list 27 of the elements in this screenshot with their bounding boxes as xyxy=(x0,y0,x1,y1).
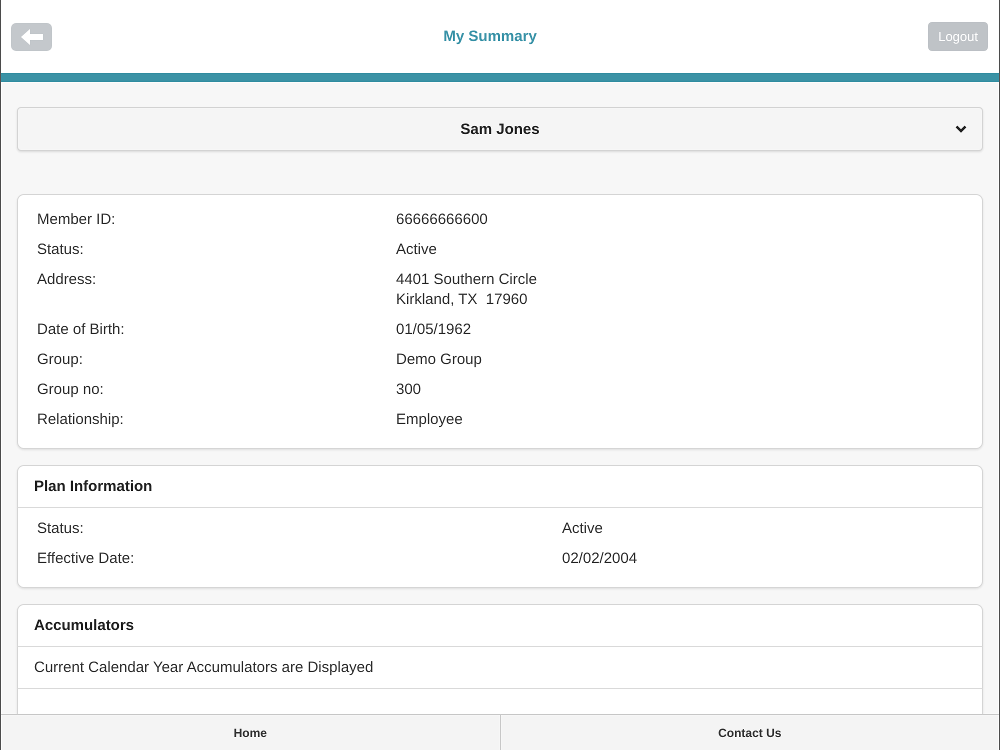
field-label: Date of Birth: xyxy=(37,320,126,340)
accumulators-note: Current Calendar Year Accumulators are Displayed xyxy=(18,647,982,689)
field-label: Group no: xyxy=(37,380,105,400)
field-label: Status: xyxy=(37,519,85,539)
field-label: Status: xyxy=(37,240,85,260)
field-value: Demo Group xyxy=(396,350,482,370)
field-value: Active xyxy=(562,519,603,539)
field-value: 66666666600 xyxy=(396,210,488,230)
back-button[interactable] xyxy=(11,22,52,50)
page-title: My Summary xyxy=(443,28,537,45)
field-value: 01/05/1962 xyxy=(396,320,472,340)
field-label: Relationship: xyxy=(37,410,125,430)
field-label: Address: xyxy=(37,270,98,290)
back-arrow-icon xyxy=(20,28,42,44)
field-value: Kirkland, TX 17960 xyxy=(396,290,528,310)
field-label: Effective Date: xyxy=(37,549,136,569)
field-label: Group: xyxy=(37,350,84,370)
field-value: 02/02/2004 xyxy=(562,549,638,569)
section-title: Accumulators xyxy=(18,605,982,647)
field-label: Member ID: xyxy=(37,210,116,230)
field-value: Active xyxy=(396,240,437,260)
chevron-down-icon xyxy=(955,125,967,133)
field-value: 4401 Southern Circle xyxy=(396,270,537,290)
field-value: Employee xyxy=(396,410,463,430)
section-title: Plan Information xyxy=(18,466,982,508)
field-value: 300 xyxy=(396,380,422,400)
member-selector[interactable]: Sam Jones xyxy=(17,107,983,151)
